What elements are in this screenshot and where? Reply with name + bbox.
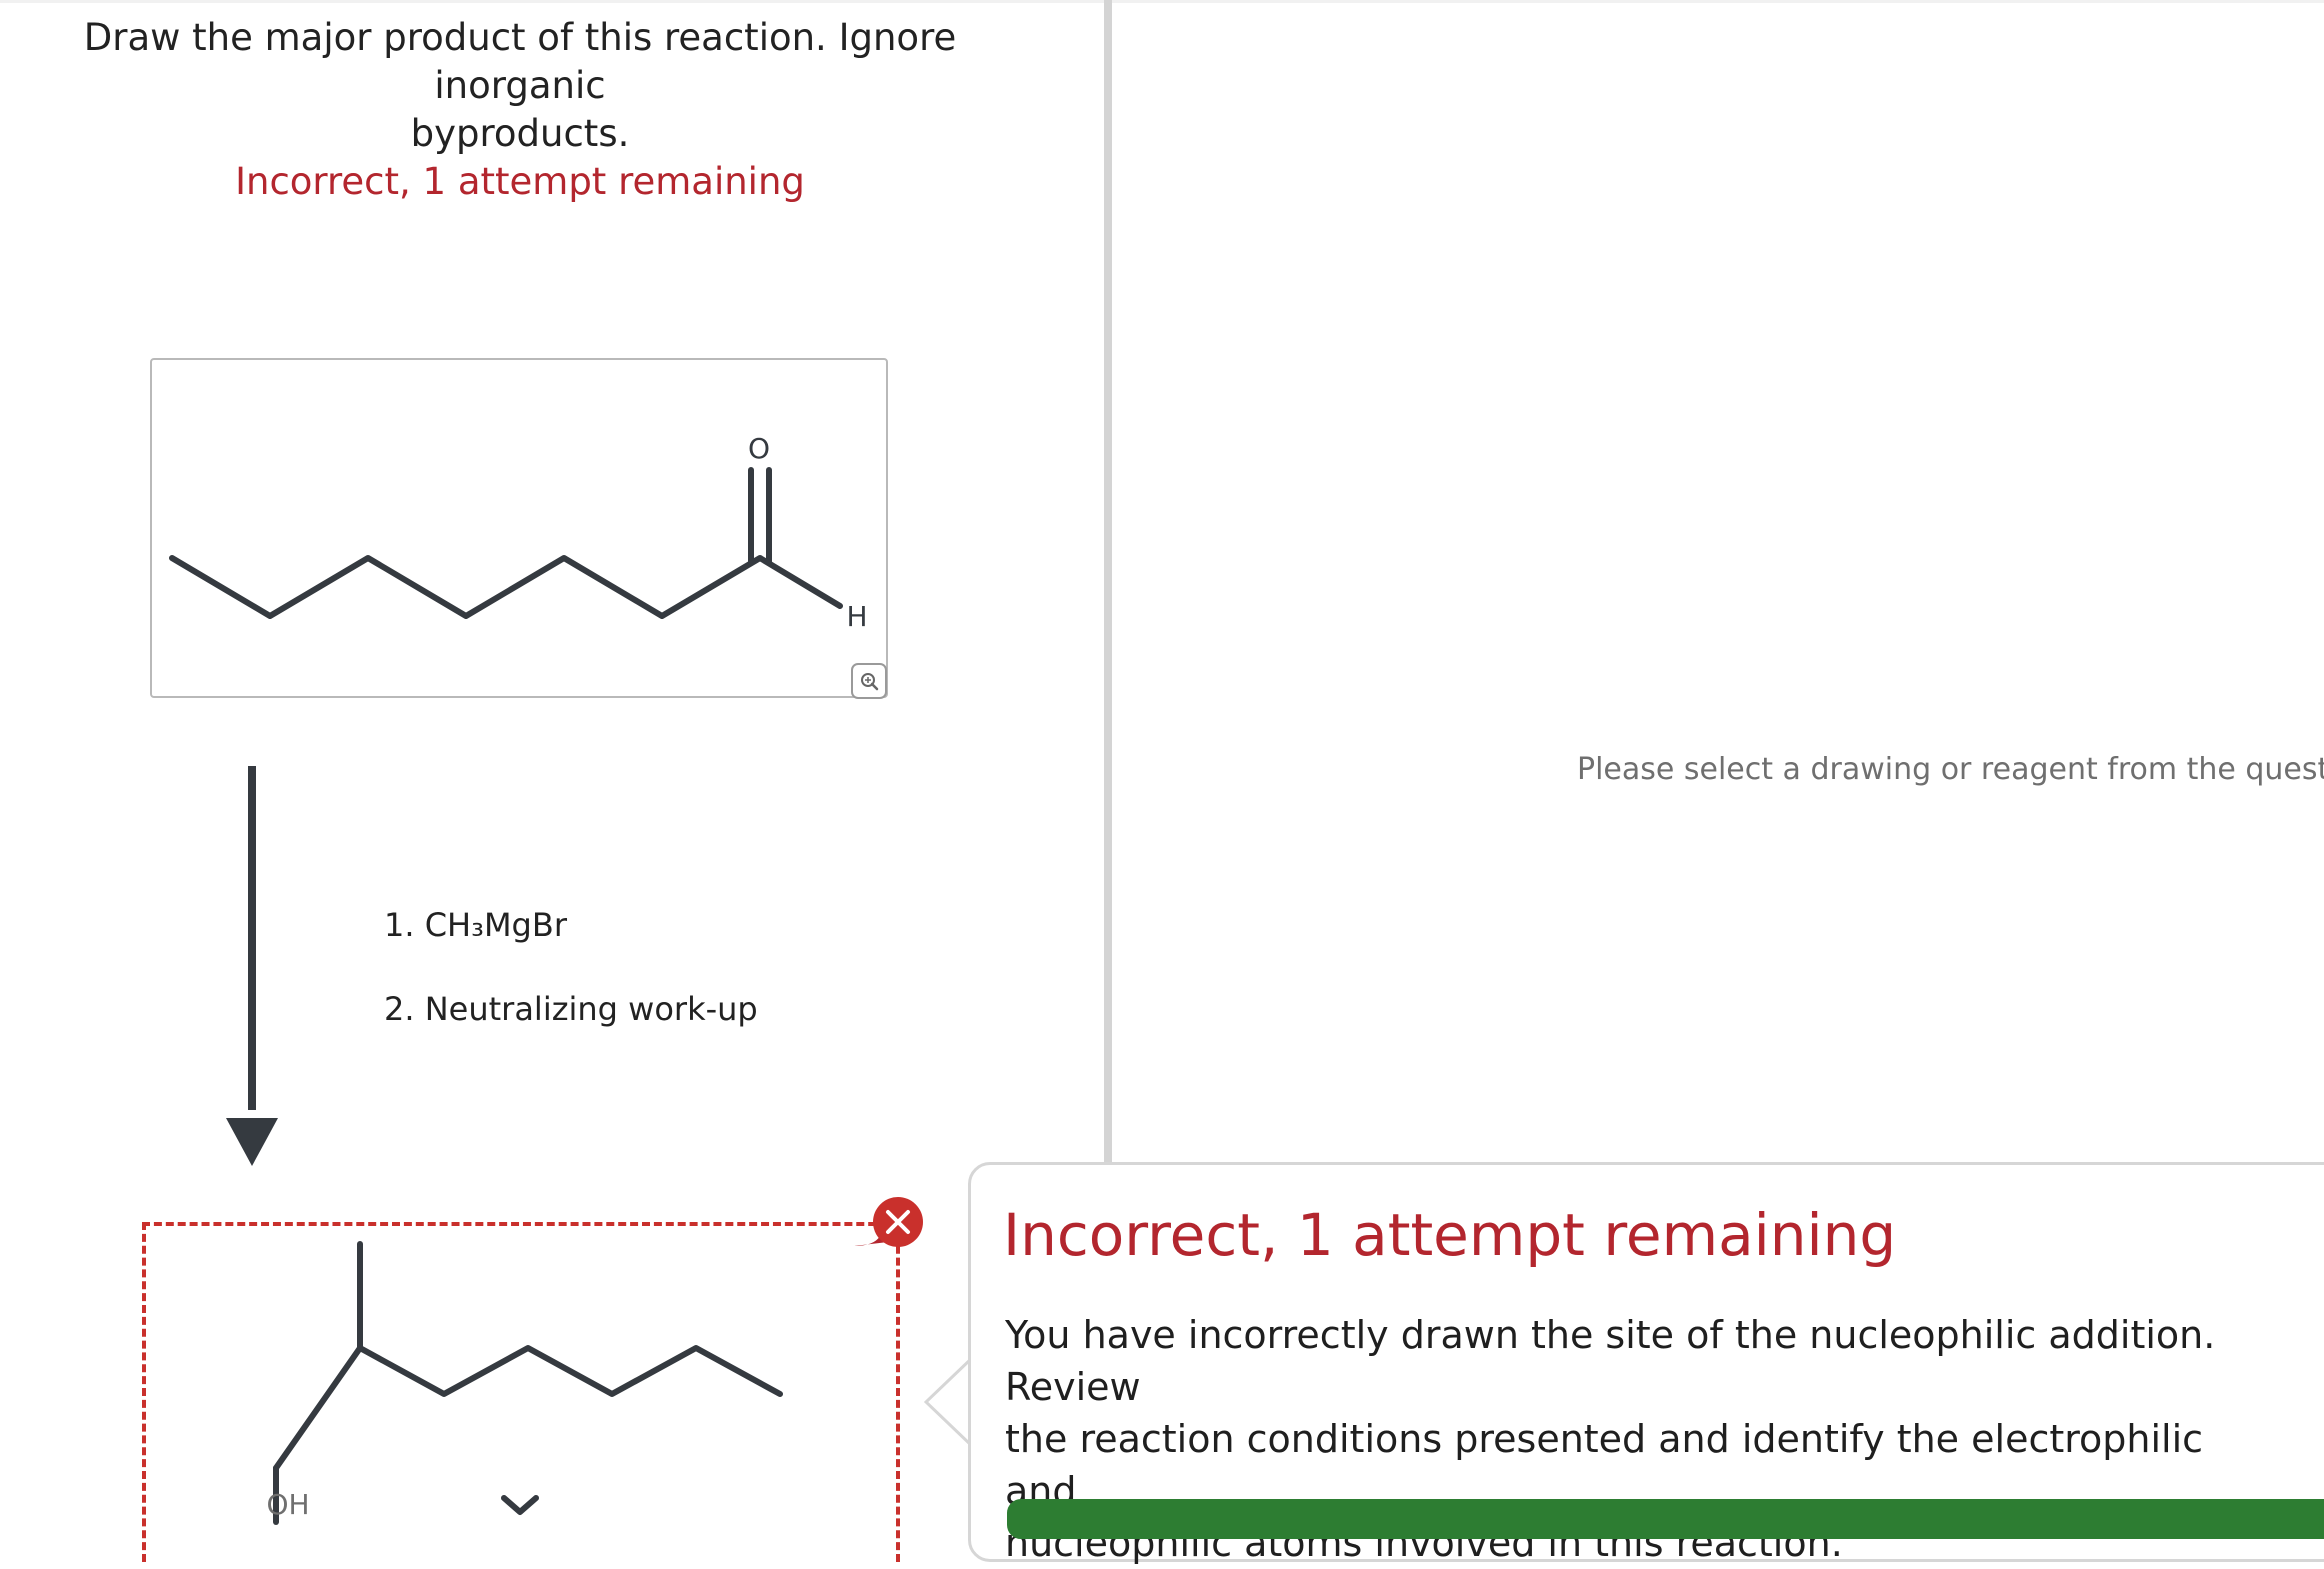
panel-divider[interactable] [1104, 0, 1112, 1162]
reaction-arrow [226, 766, 278, 1166]
prompt-line-1: Draw the major product of this reaction.… [83, 16, 957, 107]
question-panel: Draw the major product of this reaction.… [0, 0, 1104, 1562]
hydroxyl-label: OH [266, 1488, 309, 1521]
remove-answer-button[interactable] [848, 1196, 932, 1258]
hydrogen-label: H [846, 600, 867, 633]
prompt-line-2: byproducts. [410, 112, 630, 155]
reagent-step-2: 2. Neutralizing work-up [384, 990, 758, 1028]
feedback-action-bar[interactable] [1007, 1499, 2324, 1539]
feedback-line-1: You have incorrectly drawn the site of t… [1005, 1313, 2216, 1409]
detail-placeholder: Please select a drawing or reagent from … [1577, 752, 2324, 787]
zoom-in-icon [861, 673, 879, 691]
oxygen-label: O [748, 432, 770, 465]
zoom-button[interactable] [851, 663, 887, 699]
reagent-step-1: 1. CH₃MgBr [384, 906, 567, 944]
aldehyde-structure: O H [169, 432, 868, 633]
submitted-bonds [273, 1241, 783, 1525]
reactant-drawing[interactable]: O H [150, 358, 888, 698]
submitted-structure: OH [266, 1241, 783, 1525]
feedback-pointer [924, 1356, 974, 1448]
answer-drawing[interactable]: OH [142, 1222, 900, 1562]
question-prompt: Draw the major product of this reaction.… [20, 14, 1020, 158]
attempt-status: Incorrect, 1 attempt remaining [235, 160, 805, 203]
feedback-title: Incorrect, 1 attempt remaining [1003, 1201, 1897, 1269]
aldehyde-bonds [169, 467, 843, 619]
feedback-popover: Incorrect, 1 attempt remaining You have … [968, 1162, 2324, 1565]
